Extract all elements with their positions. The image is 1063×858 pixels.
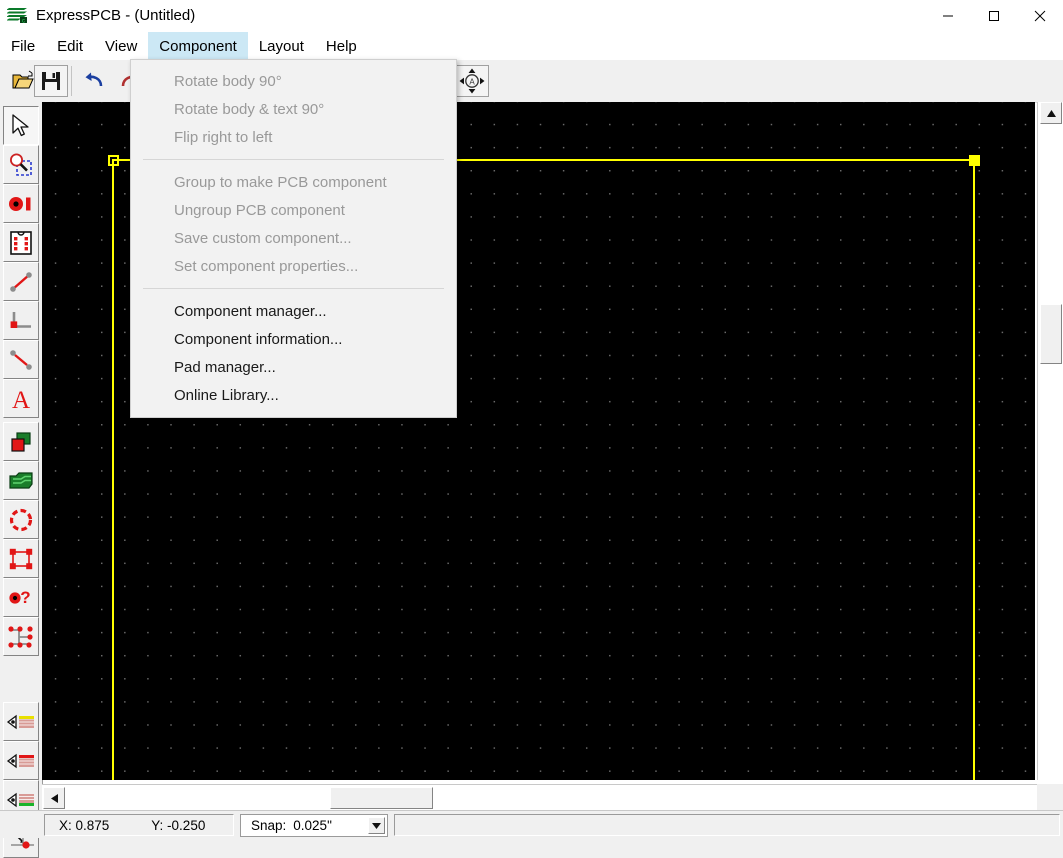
window-title: ExpressPCB - (Untitled) [36, 7, 196, 24]
view-top-copper-layer[interactable] [3, 741, 39, 780]
horizontal-scrollbar[interactable] [42, 784, 1037, 811]
place-plane-tool[interactable] [3, 461, 39, 500]
menu-item-online-library[interactable]: Online Library... [131, 381, 456, 409]
place-trace-tool[interactable] [3, 262, 39, 301]
trace-corner-icon [10, 311, 31, 328]
place-pad-tool[interactable] [3, 184, 39, 223]
board-outline-icon [9, 548, 33, 569]
undo-button[interactable] [78, 65, 112, 97]
menu-item-group-to-make-pcb-component: Group to make PCB component [174, 173, 387, 191]
select-tool[interactable] [3, 106, 39, 145]
toolbar-separator [71, 66, 72, 96]
scroll-left-button[interactable] [43, 787, 65, 809]
coordinates-panel: X: 0.875 Y: -0.250 [44, 814, 234, 836]
identify-tool[interactable]: ? [3, 578, 39, 617]
svg-text:A: A [12, 387, 30, 411]
component-dropdown-menu: Rotate body 90° Rotate body & text 90° F… [130, 59, 457, 418]
window-controls [925, 0, 1063, 32]
menu-item-flip-right-to-left: Flip right to left [174, 128, 273, 146]
maximize-button[interactable] [971, 0, 1017, 32]
status-bar: X: 0.875 Y: -0.250 Snap: 0.025" [0, 810, 1063, 838]
expresspcb-window: c ExpressPCB - (Untitled) File Edit View… [0, 0, 1063, 858]
tools-toolbar: A ? [0, 102, 43, 858]
trace-line-icon [10, 271, 32, 292]
net-highlight-tool[interactable] [3, 617, 39, 656]
menu-item-rotate-body-90: Rotate body 90° [174, 72, 282, 90]
place-via-trace-tool[interactable] [3, 340, 39, 379]
svg-text:A: A [469, 77, 475, 86]
menu-file[interactable]: File [0, 32, 46, 60]
menu-help[interactable]: Help [315, 32, 368, 60]
board-handle-top-right[interactable] [969, 155, 980, 166]
eye-red-layer-icon [6, 753, 34, 768]
dashed-circle-icon [9, 508, 33, 531]
horizontal-scroll-thumb[interactable] [330, 787, 433, 809]
zoom-tool[interactable] [3, 145, 39, 184]
pad-icon [9, 196, 31, 211]
place-board-outline-tool[interactable] [3, 539, 39, 578]
save-file-button[interactable] [34, 65, 68, 97]
filled-rectangles-icon [11, 431, 31, 452]
svg-text:?: ? [20, 588, 30, 607]
net-nodes-icon [8, 625, 33, 648]
minimize-button[interactable] [925, 0, 971, 32]
insert-component-tool[interactable] [3, 223, 39, 262]
menu-bar: File Edit View Component Layout Help [0, 32, 1063, 60]
place-corner-trace-tool[interactable] [3, 301, 39, 340]
copper-plane-icon [9, 471, 33, 489]
magnifier-marquee-icon [10, 153, 32, 176]
menu-item-save-custom-component: Save custom component... [174, 229, 352, 247]
arrow-cursor-icon [12, 113, 29, 136]
pad-question-mark-icon: ? [9, 588, 31, 607]
snap-dropdown[interactable]: Snap: 0.025" [240, 814, 388, 837]
menu-item-pad-manager[interactable]: Pad manager... [131, 353, 456, 381]
x-coordinate: X: 0.875 [59, 817, 110, 833]
recenter-button[interactable]: A [455, 65, 489, 97]
menu-item-ungroup-pcb-component: Ungroup PCB component [174, 201, 345, 219]
snap-label: Snap: [251, 818, 287, 833]
dip-component-icon [10, 230, 32, 255]
menu-component[interactable]: Component [148, 32, 248, 60]
menu-separator [143, 159, 444, 160]
eye-yellow-layer-icon [6, 714, 34, 729]
scrollbar-corner [1037, 784, 1063, 810]
expresspcb-logo-icon: c [7, 5, 29, 25]
place-rectangle-tool[interactable] [3, 422, 39, 461]
menu-edit[interactable]: Edit [46, 32, 94, 60]
place-text-tool[interactable]: A [3, 379, 39, 418]
chevron-down-icon[interactable] [368, 817, 385, 834]
scroll-up-button[interactable] [1040, 102, 1062, 124]
view-top-silkscreen-layer[interactable] [3, 702, 39, 741]
menu-item-component-manager[interactable]: Component manager... [131, 297, 456, 325]
y-coordinate: Y: -0.250 [151, 817, 206, 833]
vertical-scroll-thumb[interactable] [1040, 304, 1062, 364]
close-button[interactable] [1017, 0, 1063, 32]
menu-view[interactable]: View [94, 32, 148, 60]
vertical-scrollbar[interactable] [1037, 102, 1063, 780]
menu-item-component-information[interactable]: Component information... [131, 325, 456, 353]
menu-item-rotate-body-and-text-90: Rotate body & text 90° [174, 100, 325, 118]
snap-value: 0.025" [293, 818, 332, 833]
menu-separator [143, 288, 444, 289]
menu-layout[interactable]: Layout [248, 32, 315, 60]
status-message-panel [394, 814, 1060, 836]
title-bar: c ExpressPCB - (Untitled) [0, 0, 1063, 32]
board-handle-top-left[interactable] [108, 155, 119, 166]
letter-a-icon: A [12, 387, 30, 411]
svg-text:c: c [22, 18, 25, 24]
status-spacer [0, 814, 42, 836]
trace-diagonal-icon [10, 349, 32, 370]
eye-green-layer-icon [6, 792, 34, 807]
place-arc-tool[interactable] [3, 500, 39, 539]
menu-item-set-component-properties: Set component properties... [174, 257, 359, 275]
